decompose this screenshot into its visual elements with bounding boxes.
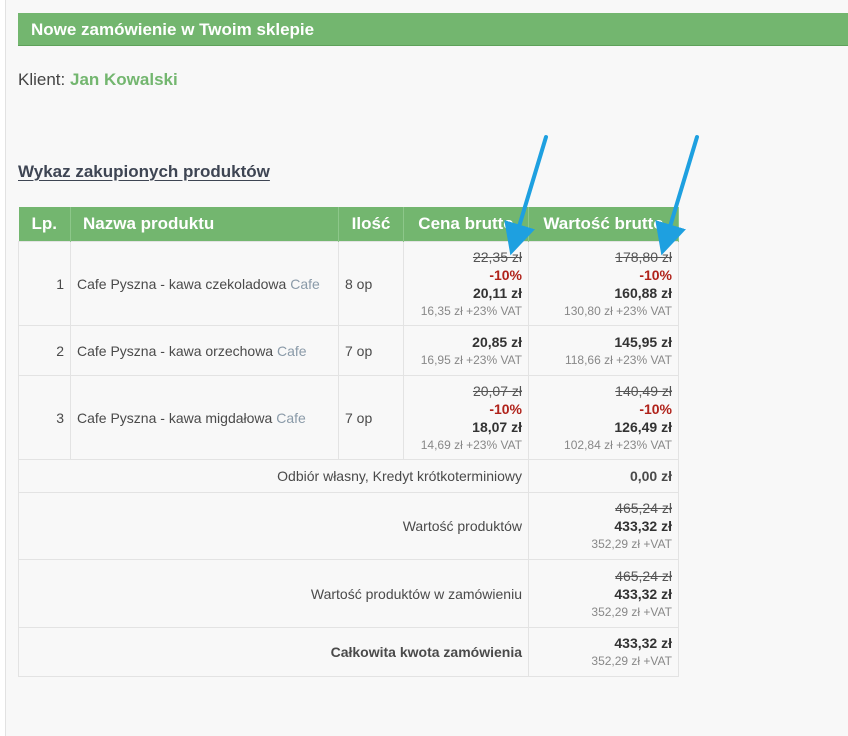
col-header-qty: Ilość: [338, 207, 404, 242]
row-qty: 7 op: [338, 375, 404, 460]
order-products-value-cell: 465,24 zł 433,32 zł 352,29 zł +VAT: [528, 559, 679, 628]
products-value-old: 465,24 zł: [615, 500, 672, 516]
value-old: 178,80 zł: [615, 248, 672, 265]
products-value-cell: 465,24 zł 433,32 zł 352,29 zł +VAT: [528, 492, 679, 560]
product-name: Cafe Pyszna - kawa czekoladowa: [77, 275, 287, 292]
value-discount: -10%: [639, 400, 672, 417]
price-old: 22,35 zł: [472, 248, 522, 265]
row-lp: 2: [18, 325, 71, 376]
price-final: 20,11 zł: [472, 284, 522, 301]
table-row: 2 Cafe Pyszna - kawa orzechowa Cafe 7 op…: [18, 325, 679, 376]
product-category-link[interactable]: Cafe: [276, 410, 306, 426]
banner-title: Nowe zamówienie w Twoim sklepie: [31, 20, 315, 39]
value-net: 102,84 zł +23% VAT: [564, 437, 672, 452]
value-net: 130,80 zł +23% VAT: [564, 303, 672, 318]
value-net: 118,66 zł +23% VAT: [564, 352, 672, 367]
product-name-cell: Cafe Pyszna - kawa migdałowa Cafe: [70, 375, 339, 460]
product-name: Cafe Pyszna - kawa migdałowa: [77, 409, 273, 426]
product-name-cell: Cafe Pyszna - kawa czekoladowa Cafe: [70, 241, 339, 326]
total-label: Całkowita kwota zamówienia: [18, 627, 529, 677]
section-title: Wykaz zakupionych produktów: [18, 162, 270, 181]
order-products-value-net: 352,29 zł +VAT: [591, 604, 672, 619]
price-discount: -10%: [489, 400, 522, 417]
product-name-cell: Cafe Pyszna - kawa orzechowa Cafe: [70, 325, 339, 376]
price-net: 14,69 zł +23% VAT: [420, 437, 522, 452]
product-category-link[interactable]: Cafe: [277, 343, 307, 359]
product-category-link[interactable]: Cafe: [290, 276, 320, 292]
value-final: 145,95 zł: [614, 333, 672, 350]
value-discount: -10%: [639, 266, 672, 283]
total-net: 352,29 zł +VAT: [591, 654, 672, 668]
price-discount: -10%: [489, 266, 522, 283]
price-cell: 22,35 zł -10% 20,11 zł 16,35 zł +23% VAT: [403, 241, 529, 326]
value-old: 140,49 zł: [615, 382, 672, 399]
products-value-row: Wartość produktów 465,24 zł 433,32 zł 35…: [18, 492, 679, 560]
total-cell: 433,32 zł 352,29 zł +VAT: [528, 627, 679, 677]
table-row: 1 Cafe Pyszna - kawa czekoladowa Cafe 8 …: [18, 241, 679, 326]
total-final: 433,32 zł: [614, 635, 672, 651]
row-lp: 3: [18, 375, 71, 460]
value-cell: 145,95 zł 118,66 zł +23% VAT: [528, 325, 679, 376]
order-products-value-label: Wartość produktów w zamówieniu: [18, 559, 529, 628]
table-row: 3 Cafe Pyszna - kawa migdałowa Cafe 7 op…: [18, 375, 679, 460]
order-products-value-final: 433,32 zł: [614, 585, 672, 602]
price-final: 20,85 zł: [472, 333, 522, 350]
total-row: Całkowita kwota zamówienia 433,32 zł 352…: [18, 627, 679, 677]
price-cell: 20,07 zł -10% 18,07 zł 14,69 zł +23% VAT: [403, 375, 529, 460]
products-value-net: 352,29 zł +VAT: [591, 537, 672, 551]
price-old: 20,07 zł: [472, 382, 522, 399]
products-value-final: 433,32 zł: [614, 518, 672, 534]
col-header-name: Nazwa produktu: [70, 207, 339, 242]
products-table: Lp. Nazwa produktu Ilość Cena brutto War…: [18, 207, 679, 677]
shipping-value: 0,00 zł: [528, 459, 679, 493]
table-header-row: Lp. Nazwa produktu Ilość Cena brutto War…: [18, 207, 679, 242]
order-products-value-old: 465,24 zł: [615, 567, 672, 584]
client-label: Klient:: [18, 70, 66, 89]
client-line: Klient: Jan Kowalski: [18, 70, 178, 90]
price-cell: 20,85 zł 16,95 zł +23% VAT: [403, 325, 529, 376]
value-final: 126,49 zł: [614, 418, 672, 435]
row-qty: 7 op: [338, 325, 404, 376]
value-final: 160,88 zł: [614, 284, 672, 301]
price-net: 16,95 zł +23% VAT: [420, 352, 522, 367]
col-header-lp: Lp.: [18, 207, 71, 242]
page-banner: Nowe zamówienie w Twoim sklepie: [18, 13, 848, 46]
col-header-value: Wartość brutto: [528, 207, 679, 242]
value-cell: 140,49 zł -10% 126,49 zł 102,84 zł +23% …: [528, 375, 679, 460]
products-value-label: Wartość produktów: [18, 492, 529, 560]
col-header-price: Cena brutto: [403, 207, 529, 242]
value-cell: 178,80 zł -10% 160,88 zł 130,80 zł +23% …: [528, 241, 679, 326]
shipping-row: Odbiór własny, Kredyt krótkoterminiowy 0…: [18, 459, 679, 493]
price-final: 18,07 zł: [472, 418, 522, 435]
row-qty: 8 op: [338, 241, 404, 326]
client-name: Jan Kowalski: [69, 70, 178, 89]
shipping-label: Odbiór własny, Kredyt krótkoterminiowy: [18, 459, 529, 493]
price-net: 16,35 zł +23% VAT: [420, 303, 522, 318]
product-name: Cafe Pyszna - kawa orzechowa: [77, 342, 274, 359]
order-products-value-row: Wartość produktów w zamówieniu 465,24 zł…: [18, 559, 679, 628]
row-lp: 1: [18, 241, 71, 326]
